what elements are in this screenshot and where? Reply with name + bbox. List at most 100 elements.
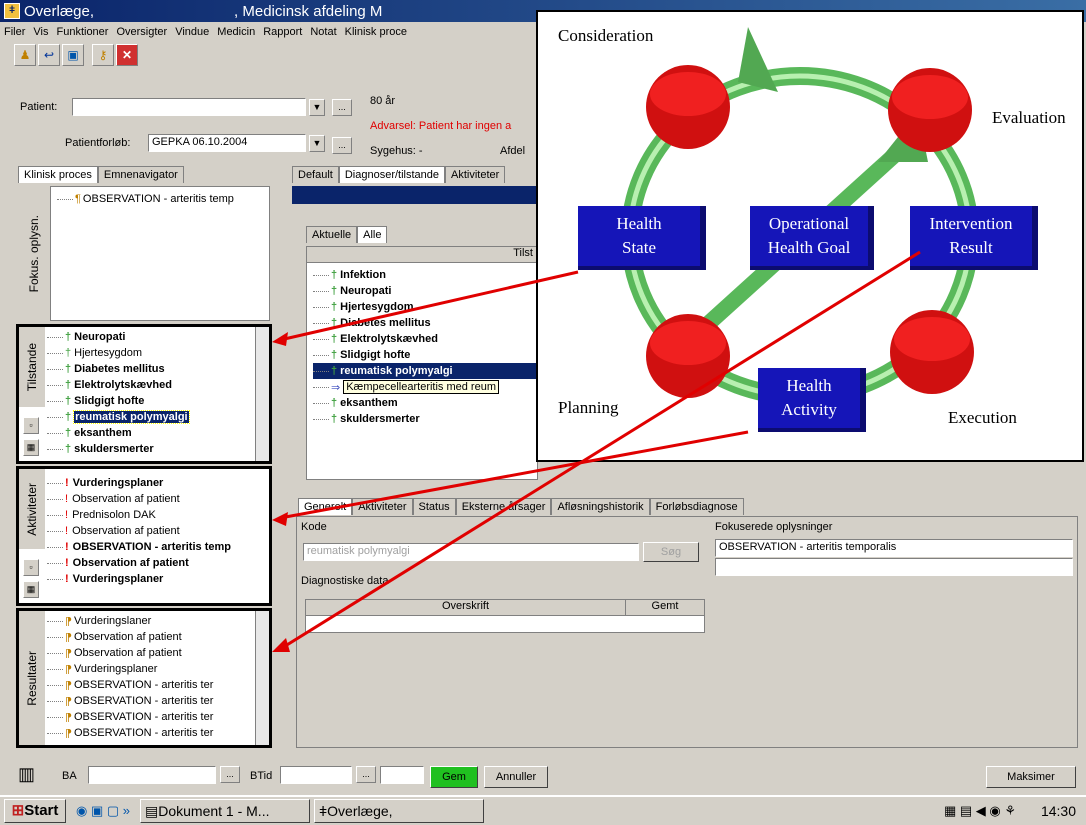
tab-afloesningshistorik[interactable]: Afløsningshistorik (551, 498, 650, 515)
course-browse-button[interactable]: ... (332, 137, 352, 154)
list-item[interactable]: ⁋ OBSERVATION - arteritis ter (47, 677, 257, 693)
task-overlaege[interactable]: ǂOverlæge, (313, 799, 484, 823)
list-item-selected[interactable]: † reumatisk polymyalgi (313, 363, 537, 379)
list-item[interactable]: ⁋ Observation af patient (47, 629, 257, 645)
list-item[interactable]: † Infektion (313, 267, 537, 283)
menu-medicin[interactable]: Medicin (217, 26, 255, 38)
menu-klinisk[interactable]: Klinisk proce (345, 26, 407, 38)
list-item[interactable]: † Hjertesygdom (47, 345, 257, 361)
task-dokument[interactable]: ▤Dokument 1 - M... (139, 799, 310, 823)
save-button[interactable]: Gem (430, 766, 478, 788)
close-icon[interactable]: ✕ (116, 44, 138, 66)
list-item[interactable]: ⁋ OBSERVATION - arteritis ter (47, 709, 257, 725)
list-item[interactable]: † Neuropati (313, 283, 537, 299)
menu-funktioner[interactable]: Funktioner (56, 26, 108, 38)
list-item[interactable]: ⁋ OBSERVATION - arteritis ter (47, 693, 257, 709)
list-item[interactable]: † Diabetes mellitus (313, 315, 537, 331)
list-item[interactable]: † eksanthem (313, 395, 537, 411)
list-item[interactable]: † Neuropati (47, 329, 257, 345)
expand-icon[interactable]: ▫ (23, 417, 39, 434)
tab-default[interactable]: Default (292, 166, 339, 183)
btid-time-field[interactable] (380, 766, 424, 784)
person-icon[interactable]: ♟ (14, 44, 36, 66)
patient-browse-button[interactable]: ... (332, 99, 352, 116)
list-item[interactable]: ! Prednisolon DAK (47, 507, 272, 523)
grid-icon[interactable]: ▦ (23, 439, 39, 456)
clock: 14:30 (1040, 803, 1076, 819)
menu-vindue[interactable]: Vindue (175, 26, 209, 38)
list-item[interactable]: † Slidgigt hofte (313, 347, 537, 363)
list-item[interactable]: † skuldersmerter (47, 441, 257, 457)
col-overskrift[interactable]: Overskrift (306, 600, 626, 615)
label-evaluation: Evaluation (992, 108, 1066, 127)
btid-browse-button[interactable]: ... (356, 766, 376, 783)
list-item[interactable]: ¶ OBSERVATION - arteritis temp (57, 191, 263, 207)
window-icon[interactable]: ▣ (62, 44, 84, 66)
diag-data-label: Diagnostiske data (301, 575, 389, 587)
cancel-button[interactable]: Annuller (484, 766, 548, 788)
tray-icons[interactable]: ▦ ▤ ◀ ◉ ⚘ (944, 803, 1016, 819)
grid-icon[interactable]: ▦ (23, 581, 39, 598)
list-item[interactable]: ! Observation af patient (47, 523, 272, 539)
quick-launch-icons[interactable]: ◉ ▣ ▢ » (76, 803, 130, 819)
list-item-selected[interactable]: † reumatisk polymyalgi (47, 409, 257, 425)
tab-status[interactable]: Status (412, 498, 456, 515)
ba-field[interactable] (88, 766, 216, 784)
list-item[interactable]: † Slidgigt hofte (47, 393, 257, 409)
key-icon[interactable]: ⚷ (92, 44, 114, 66)
list-item[interactable]: † Diabetes mellitus (47, 361, 257, 377)
list-item[interactable]: ⇒ Kæmpecellearteritis med reum (313, 379, 537, 395)
menu-notat[interactable]: Notat (310, 26, 336, 38)
list-item[interactable]: ⁋ OBSERVATION - arteritis ter (47, 725, 257, 741)
tab-forloebsdiagnose[interactable]: Forløbsdiagnose (649, 498, 744, 515)
box-intervention-result: Intervention Result (910, 206, 1038, 270)
tab-alle[interactable]: Alle (357, 226, 388, 243)
patient-field[interactable] (72, 98, 306, 116)
patient-dropdown-icon[interactable]: ▼ (309, 99, 325, 116)
list-item[interactable]: ⁋ Observation af patient (47, 645, 257, 661)
ba-browse-button[interactable]: ... (220, 766, 240, 783)
list-item[interactable]: ! OBSERVATION - arteritis temp (47, 539, 272, 555)
start-button[interactable]: ⊞Start (4, 799, 66, 823)
list-item[interactable]: ! Vurderingsplaner (47, 475, 272, 491)
col-gemt[interactable]: Gemt (626, 600, 704, 615)
tab-eksterne-aarsager[interactable]: Eksterne årsager (455, 498, 552, 515)
maximize-button[interactable]: Maksimer (986, 766, 1076, 788)
resultater-scrollbar[interactable] (255, 611, 269, 745)
tab-emnenavigator[interactable]: Emnenavigator (97, 166, 184, 183)
resultater-panel: Resultater ⁋ Vurderingslaner ⁋ Observation… (16, 608, 272, 748)
search-button[interactable]: Søg (643, 542, 699, 562)
fokus-oplysninger-field-2[interactable] (715, 558, 1073, 576)
expand-icon[interactable]: ▫ (23, 559, 39, 576)
menu-oversigter[interactable]: Oversigter (116, 26, 167, 38)
label-planning: Planning (558, 398, 619, 417)
fokus-oplysninger-field[interactable]: OBSERVATION - arteritis temporalis (715, 539, 1073, 557)
tab-generelt[interactable]: Generelt (298, 498, 353, 515)
menu-rapport[interactable]: Rapport (263, 26, 302, 38)
tab-detail-aktiviteter[interactable]: Aktiviteter (352, 498, 413, 515)
list-item[interactable]: † Elektrolytskævhed (47, 377, 257, 393)
sub-tabs: Aktuelle Alle (306, 226, 388, 243)
tab-aktiviteter[interactable]: Aktiviteter (445, 166, 506, 183)
tab-klinisk-proces[interactable]: Klinisk proces (18, 166, 98, 183)
course-field[interactable]: GEPKA 06.10.2004 (148, 134, 306, 152)
list-item[interactable]: † Hjertesygdom (313, 299, 537, 315)
list-item[interactable]: † Elektrolytskævhed (313, 331, 537, 347)
tab-aktuelle[interactable]: Aktuelle (306, 226, 358, 243)
list-item[interactable]: † skuldersmerter (313, 411, 537, 427)
menu-vis[interactable]: Vis (33, 26, 48, 38)
list-item[interactable]: ⁋ Vurderingslaner (47, 613, 257, 629)
kode-field[interactable]: reumatisk polymyalgi (303, 543, 639, 561)
barcode-icon[interactable]: ▥ (18, 764, 35, 785)
list-item[interactable]: ⁋ Vurderingsplaner (47, 661, 257, 677)
list-item[interactable]: ! Observation af patient (47, 491, 272, 507)
course-dropdown-icon[interactable]: ▼ (309, 135, 325, 152)
btid-field[interactable] (280, 766, 352, 784)
tilstande-scrollbar[interactable] (255, 327, 269, 461)
list-item[interactable]: † eksanthem (47, 425, 257, 441)
arrow-icon[interactable]: ↩ (38, 44, 60, 66)
list-item[interactable]: ! Vurderingsplaner (47, 571, 272, 587)
list-item[interactable]: ! Observation af patient (47, 555, 272, 571)
menu-filer[interactable]: Filer (4, 26, 25, 38)
tab-diagnoser[interactable]: Diagnoser/tilstande (338, 166, 446, 183)
